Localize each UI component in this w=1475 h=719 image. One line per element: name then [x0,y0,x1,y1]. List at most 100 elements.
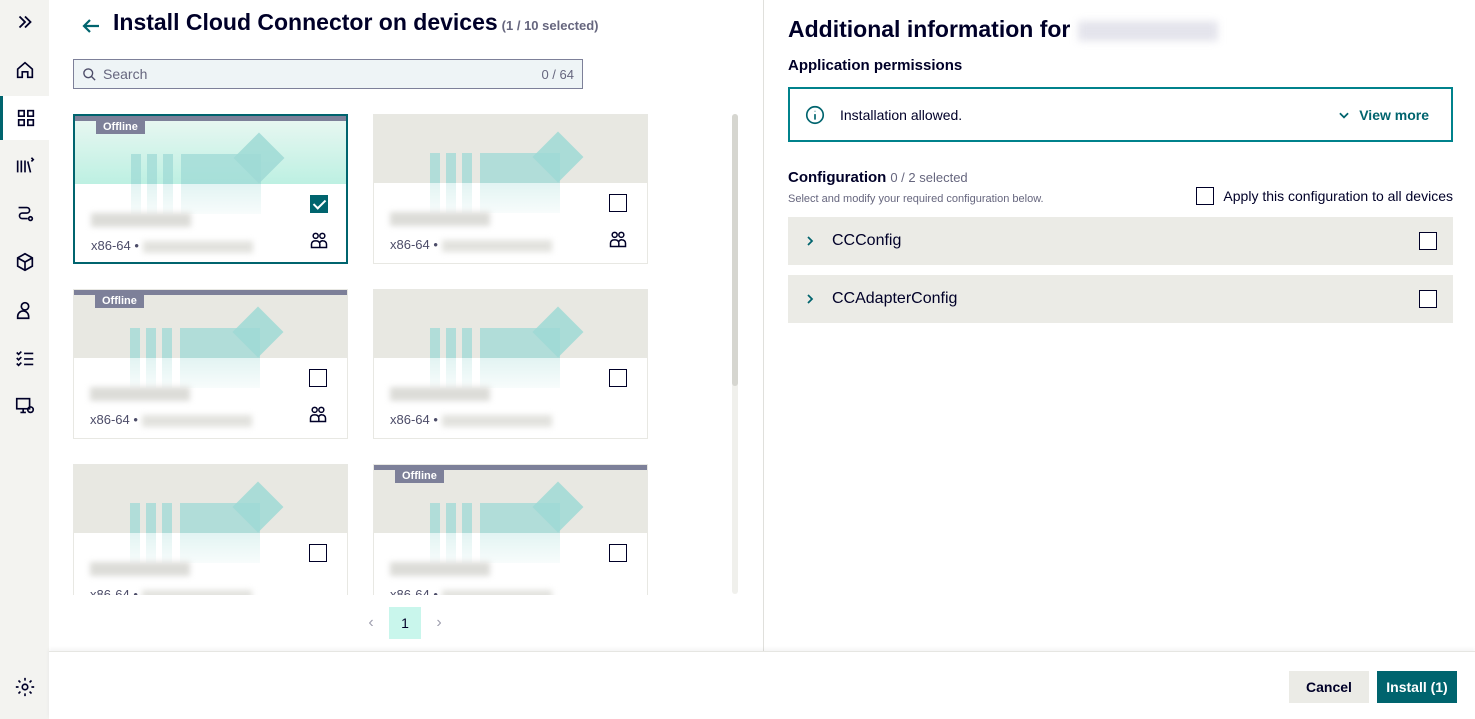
offline-badge: Offline [96,120,145,134]
nav-item-settings[interactable] [0,665,49,709]
scrollbar-thumb[interactable] [732,114,738,386]
checklist-icon [15,350,33,367]
device-arch: x86-64 • [390,237,552,252]
device-card[interactable]: x86-64 • [373,289,648,439]
user-group-icon [609,231,627,248]
details-title-text: Additional information for [788,16,1071,42]
expand-nav-button[interactable] [0,0,49,44]
apply-all-label: Apply this configuration to all devices [1223,188,1453,204]
device-arch-label: x86-64 • [390,237,438,252]
device-settings-icon [15,397,34,414]
panel-divider [763,0,764,651]
device-grid: Offline x86-64 • x86-64 • Offline x86-64 • x8… [73,113,673,595]
page-title: Install Cloud Connector on devices (1 / 1… [113,9,599,36]
device-checkbox[interactable] [609,369,627,387]
user-icon [16,301,29,320]
route-icon [18,206,33,222]
details-title: Additional information for [788,16,1219,43]
redacted-device-name [390,562,490,576]
configuration-heading: Configuration 0 / 2 selected [788,169,968,186]
cancel-button[interactable]: Cancel [1289,671,1369,703]
device-card[interactable]: Offline x86-64 • [373,464,648,595]
app-root: Install Cloud Connector on devices (1 / 1… [0,0,1475,719]
device-arch-label: x86-64 • [90,587,138,595]
nav-item-tasks[interactable] [0,336,49,380]
chevron-right-icon[interactable] [804,293,816,305]
device-arch: x86-64 • [90,587,252,595]
view-more-label: View more [1359,106,1429,123]
device-arch-label: x86-64 • [390,587,438,595]
config-row-ccadapterconfig[interactable]: CCAdapterConfig [788,275,1453,323]
page-title-text: Install Cloud Connector on devices [113,9,498,35]
redacted-device-info [141,414,252,427]
permission-text: Installation allowed. [840,106,963,123]
configuration-count: 0 / 2 selected [890,170,968,185]
grid-icon [17,109,35,127]
redacted-device-name [390,387,490,401]
device-grid-scrollbar[interactable] [732,114,738,594]
config-name: CCAdapterConfig [832,290,958,307]
device-arch-label: x86-64 • [91,238,139,253]
home-icon [16,61,33,79]
device-checkbox[interactable] [609,544,627,562]
apply-all-checkbox[interactable]: Apply this configuration to all devices [1196,187,1453,205]
additional-info-panel: Additional information for Application p… [788,0,1453,651]
search-box[interactable]: 0 / 64 [73,59,583,89]
device-checkbox[interactable] [309,544,327,562]
user-group-icon [310,232,328,249]
expand-icon [18,15,32,29]
device-arch-label: x86-64 • [390,412,438,427]
device-arch-label: x86-64 • [90,412,138,427]
library-icon [16,157,34,173]
nav-item-library[interactable] [0,144,49,188]
device-card[interactable]: x86-64 • [373,114,648,264]
device-card[interactable]: Offline x86-64 • [73,289,348,439]
box-icon [16,252,33,272]
device-selection-panel: Install Cloud Connector on devices (1 / 1… [49,0,763,651]
prev-page-button[interactable]: ‹ [359,607,383,639]
redacted-device-info [441,239,552,252]
nav-item-devices[interactable] [0,384,49,428]
config-row-ccconfig[interactable]: CCConfig [788,217,1453,265]
install-button[interactable]: Install (1) [1377,671,1457,703]
nav-item-home[interactable] [0,48,49,92]
configuration-heading-text: Configuration [788,169,887,186]
search-result-count: 0 / 64 [541,66,574,82]
next-page-button[interactable]: › [427,607,451,639]
nav-item-packages[interactable] [0,240,49,284]
page-button-1[interactable]: 1 [389,607,421,639]
view-more-button[interactable]: View more [1337,107,1429,123]
selection-count: (1 / 10 selected) [501,18,599,33]
search-input[interactable] [103,66,542,82]
pagination: ‹ 1 › [359,607,451,639]
back-arrow-icon[interactable] [79,14,103,38]
permissions-heading: Application permissions [788,57,963,74]
device-arch: x86-64 • [90,412,252,427]
device-arch: x86-64 • [390,587,552,595]
action-footer: Cancel Install (1) [49,651,1475,719]
config-checkbox[interactable] [1419,290,1437,308]
chevron-right-icon[interactable] [804,235,816,247]
configuration-hint: Select and modify your required configur… [788,193,1044,205]
device-checkbox[interactable] [309,369,327,387]
config-checkbox[interactable] [1419,232,1437,250]
device-card[interactable]: Offline x86-64 • [73,114,348,264]
nav-item-flows[interactable] [0,192,49,236]
device-checkbox[interactable] [310,195,328,213]
offline-badge: Offline [395,469,444,483]
redacted-device-name [390,212,490,226]
redacted-device-name [91,213,191,227]
redacted-device-name [90,562,190,576]
config-name: CCConfig [832,232,902,249]
redacted-device-info [441,589,552,595]
device-arch: x86-64 • [91,238,253,253]
device-arch: x86-64 • [390,412,552,427]
nav-item-apps[interactable] [0,96,49,140]
chevron-down-icon [1339,112,1349,119]
search-icon [83,67,96,81]
redacted-device-info [142,240,253,253]
device-checkbox[interactable] [609,194,627,212]
nav-item-users[interactable] [0,288,49,332]
device-card[interactable]: x86-64 • [73,464,348,595]
apply-all-checkbox-box[interactable] [1196,187,1215,205]
